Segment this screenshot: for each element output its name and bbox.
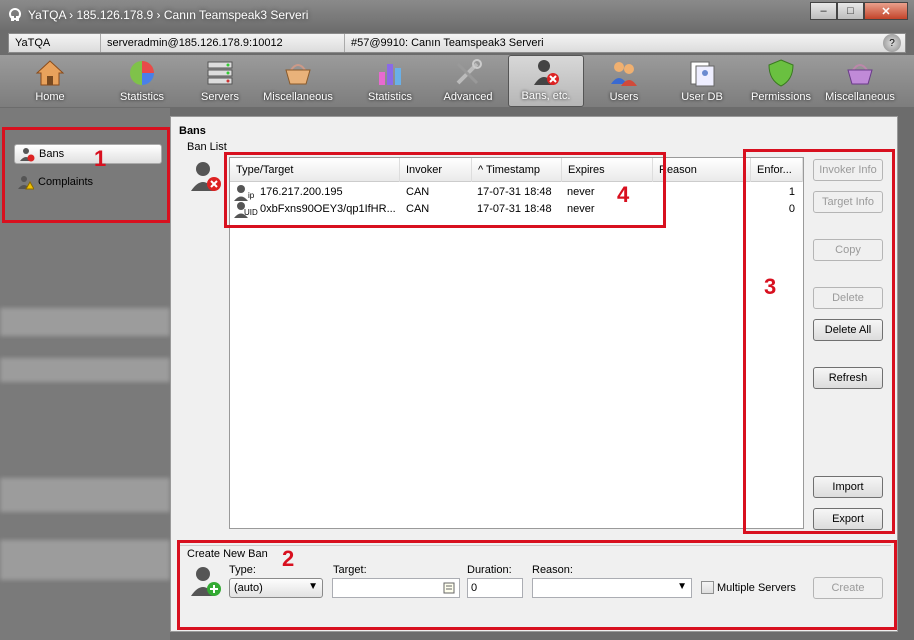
toolbar-label: Servers — [201, 91, 239, 103]
toolbar-label: Users — [609, 91, 639, 103]
minimize-button[interactable]: ‒ — [810, 2, 837, 20]
toolbar-permissions[interactable]: Permissions — [746, 55, 816, 107]
main-toolbar: Home Statistics Servers Miscellaneous St… — [0, 55, 914, 107]
annotation-box-1 — [2, 127, 170, 223]
annotation-number-1: 1 — [94, 146, 107, 171]
toolbar-label: Home — [35, 91, 65, 103]
page-title: Bans — [179, 125, 206, 137]
basket-icon — [847, 64, 873, 85]
toolbar-servers[interactable]: Servers — [192, 55, 248, 107]
user-db-icon — [690, 61, 715, 87]
annotation-number-4: 4 — [617, 182, 630, 207]
toolbar-miscellaneous[interactable]: Miscellaneous — [258, 55, 338, 107]
column-reason[interactable]: Reason — [653, 158, 751, 182]
teamspeak-icon — [9, 8, 21, 21]
title-bar: YaTQA › 185.126.178.9 › Canın Teamspeak3… — [0, 0, 914, 30]
breadcrumb-item-connection[interactable]: serveradmin@185.126.178.9:10012 — [101, 34, 345, 52]
blurred-background — [0, 308, 170, 336]
annotation-number-2: 2 — [282, 546, 295, 571]
annotation-box-4 — [224, 152, 666, 228]
toolbar-statistics-2[interactable]: Statistics — [360, 55, 420, 107]
status-bar — [170, 632, 914, 640]
tools-icon — [456, 59, 482, 85]
maximize-button[interactable]: □ — [837, 2, 864, 20]
bar-chart-icon — [379, 64, 401, 85]
toolbar-label: Statistics — [367, 91, 412, 103]
blurred-background — [0, 358, 170, 382]
breadcrumb-item-app[interactable]: YaTQA — [9, 34, 101, 52]
close-button[interactable]: ✕ — [864, 2, 908, 20]
window-title: YaTQA › 185.126.178.9 › Canın Teamspeak3… — [28, 8, 309, 22]
toolbar-label: Statistics — [119, 91, 164, 103]
ban-reason — [658, 184, 748, 201]
toolbar-miscellaneous-2[interactable]: Miscellaneous — [820, 55, 900, 107]
ban-user-icon — [191, 162, 221, 191]
ban-user-icon — [534, 60, 559, 85]
toolbar-label: Miscellaneous — [263, 91, 333, 103]
blurred-background — [0, 478, 170, 512]
toolbar-label: Miscellaneous — [825, 91, 895, 103]
pie-chart-icon — [130, 61, 154, 85]
breadcrumb: YaTQA serveradmin@185.126.178.9:10012 #5… — [8, 33, 906, 53]
toolbar-label: User DB — [681, 91, 723, 103]
ban-reason — [658, 201, 748, 218]
toolbar-label: Bans, etc. — [521, 90, 571, 102]
users-icon — [611, 62, 637, 86]
servers-icon — [207, 61, 233, 85]
toolbar-users[interactable]: Users — [596, 55, 652, 107]
toolbar-home[interactable]: Home — [22, 55, 78, 107]
home-icon — [35, 60, 65, 86]
window-controls: ‒ □ ✕ — [810, 2, 908, 20]
toolbar-label: Permissions — [751, 91, 811, 103]
toolbar-statistics[interactable]: Statistics — [110, 55, 174, 107]
toolbar-bans[interactable]: Bans, etc. — [508, 55, 584, 107]
annotation-number-3: 3 — [764, 274, 777, 299]
breadcrumb-item-server[interactable]: #57@9910: Canın Teamspeak3 Serveri — [345, 34, 875, 52]
basket-icon — [285, 64, 311, 85]
blurred-background — [0, 540, 170, 580]
ban-list-label: Ban List — [187, 141, 227, 153]
toolbar-user-db[interactable]: User DB — [674, 55, 730, 107]
toolbar-advanced[interactable]: Advanced — [438, 55, 498, 107]
toolbar-label: Advanced — [443, 91, 493, 103]
help-icon[interactable]: ? — [883, 34, 901, 52]
annotation-box-3 — [743, 149, 895, 534]
shield-icon — [768, 59, 794, 87]
